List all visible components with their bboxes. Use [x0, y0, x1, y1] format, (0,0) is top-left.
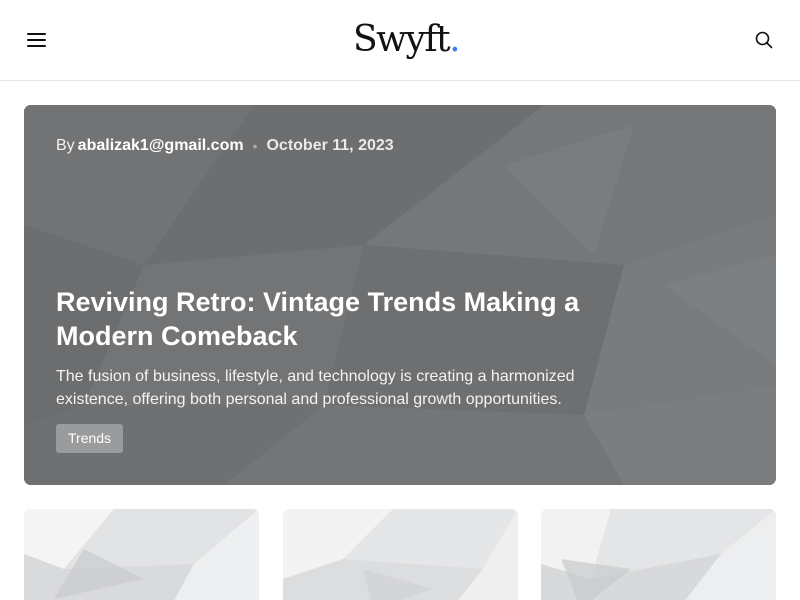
featured-post-excerpt: The fusion of business, lifestyle, and t…	[56, 368, 575, 408]
featured-post-title[interactable]: Reviving Retro: Vintage Trends Making a …	[56, 285, 616, 353]
meta-separator: •	[252, 138, 258, 154]
post-card-thumbnail[interactable]	[24, 509, 259, 600]
post-meta: By abalizak1@gmail.com • October 11, 202…	[56, 135, 394, 157]
by-label: By	[56, 137, 75, 154]
search-icon[interactable]	[750, 26, 778, 54]
category-tag[interactable]: Trends	[56, 424, 124, 453]
abstract-white-polygon-image	[24, 509, 259, 600]
post-date: October 11, 2023	[266, 137, 394, 154]
logo-dot: .	[449, 19, 460, 60]
abstract-white-polygon-image	[541, 509, 776, 600]
site-header: Swyft.	[0, 0, 800, 81]
featured-post-card[interactable]: By abalizak1@gmail.com • October 11, 202…	[24, 105, 776, 485]
abstract-white-polygon-image	[283, 509, 518, 600]
hamburger-menu-icon[interactable]	[22, 26, 50, 54]
site-logo[interactable]: Swyft.	[353, 18, 461, 62]
author-link[interactable]: abalizak1@gmail.com	[78, 137, 244, 155]
post-card-thumbnail[interactable]	[541, 509, 776, 600]
post-card-thumbnail[interactable]	[283, 509, 518, 600]
logo-text: Swyft	[353, 19, 451, 60]
